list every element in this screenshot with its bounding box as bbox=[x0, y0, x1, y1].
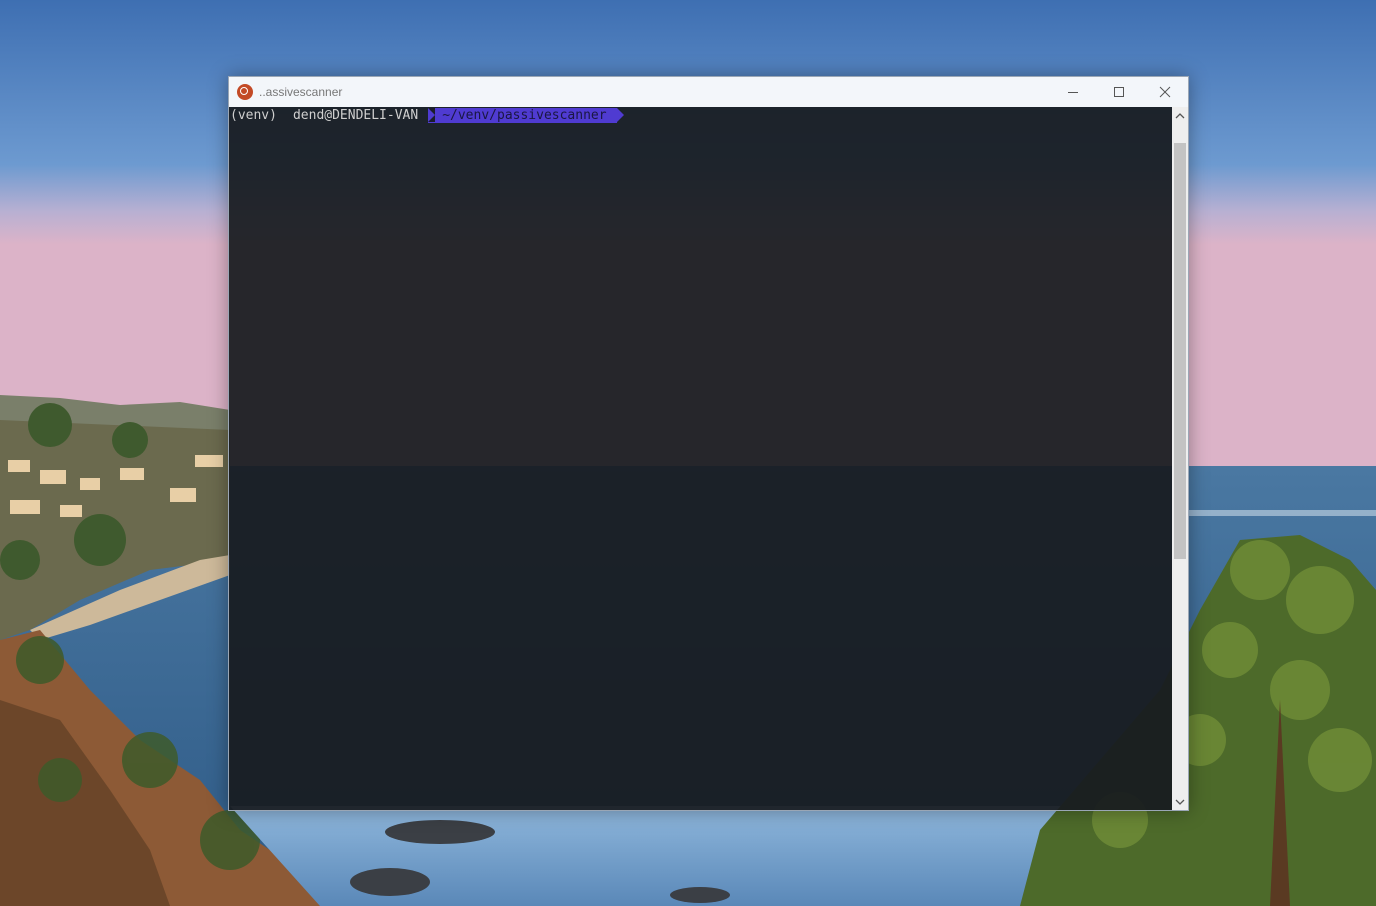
scroll-up-button[interactable] bbox=[1172, 107, 1188, 124]
maximize-button[interactable] bbox=[1096, 77, 1142, 107]
prompt-path: ~/venv/passivescanner bbox=[428, 108, 624, 123]
scroll-down-button[interactable] bbox=[1172, 793, 1188, 810]
ubuntu-icon bbox=[237, 84, 253, 100]
window-title: ..assivescanner bbox=[259, 85, 343, 99]
chevron-down-icon bbox=[1175, 799, 1185, 805]
window-controls bbox=[1050, 77, 1188, 107]
terminal-area[interactable]: (venv) dend@DENDELI-VAN ~/venv/passivesc… bbox=[229, 107, 1172, 810]
vertical-scrollbar[interactable] bbox=[1172, 107, 1188, 810]
close-icon bbox=[1159, 86, 1171, 98]
shell-prompt: (venv) dend@DENDELI-VAN ~/venv/passivesc… bbox=[230, 107, 624, 124]
minimize-icon bbox=[1068, 92, 1078, 93]
title-bar[interactable]: ..assivescanner bbox=[229, 77, 1188, 107]
close-button[interactable] bbox=[1142, 77, 1188, 107]
terminal-window[interactable]: ..assivescanner (venv) dend@DENDELI-VAN … bbox=[228, 76, 1189, 811]
prompt-venv: (venv) bbox=[230, 108, 277, 123]
prompt-user-host: dend@DENDELI-VAN bbox=[292, 108, 419, 123]
maximize-icon bbox=[1114, 87, 1124, 97]
scroll-thumb[interactable] bbox=[1174, 143, 1186, 559]
minimize-button[interactable] bbox=[1050, 77, 1096, 107]
chevron-up-icon bbox=[1175, 112, 1185, 118]
